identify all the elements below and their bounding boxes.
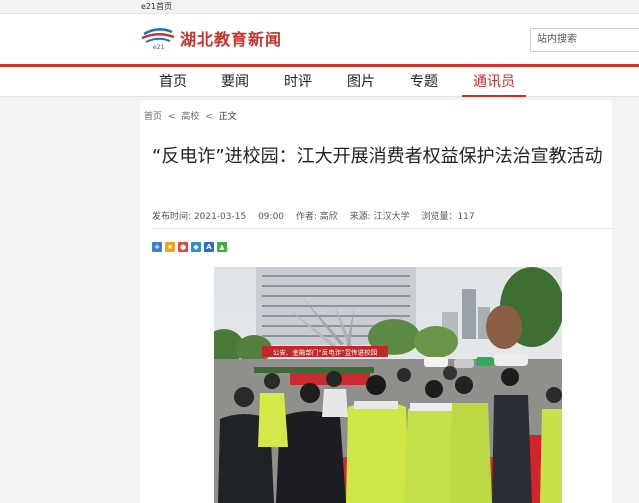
share-weibo-icon[interactable]: ★ — [165, 242, 175, 252]
main-nav: 首页 要闻 时评 图片 专题 通讯员 — [0, 67, 639, 97]
publish-clock: 09:00 — [258, 212, 285, 222]
article-title: “反电诈”进校园：江大开展消费者权益保护法治宣教活动 — [152, 146, 603, 167]
breadcrumb-section[interactable]: 高校 — [181, 112, 199, 122]
site-logo[interactable]: e21 湖北教育新闻 — [140, 26, 283, 51]
svg-text:e21: e21 — [153, 44, 165, 50]
site-header: e21 湖北教育新闻 站内搜索 — [0, 14, 639, 64]
breadcrumb-separator: < — [167, 112, 176, 122]
share-bar: + ★ ● ◆ A ▲ — [152, 242, 230, 252]
share-tencent-icon[interactable]: ● — [178, 242, 188, 252]
breadcrumb: 首页 < 高校 < 正文 — [144, 109, 240, 122]
source: 来源: 江汉大学 — [349, 212, 410, 222]
share-wechat-icon[interactable]: ▲ — [217, 242, 227, 252]
top-bar: e21首页 — [0, 0, 639, 14]
nav-item-correspondent[interactable]: 通讯员 — [462, 67, 526, 97]
breadcrumb-separator: < — [205, 112, 213, 122]
article-photo: 公安、金融部门“反电诈”宣传进校园 — [214, 267, 562, 503]
breadcrumb-home[interactable]: 首页 — [144, 112, 162, 122]
nav-item-topics[interactable]: 专题 — [409, 67, 439, 97]
nav-item-commentary[interactable]: 时评 — [283, 67, 313, 97]
author: 作者: 高欣 — [295, 212, 338, 222]
article-container: 首页 < 高校 < 正文 “反电诈”进校园：江大开展消费者权益保护法治宣教活动 … — [140, 100, 612, 503]
publish-time: 发布时间: 2021-03-15 — [152, 212, 247, 222]
breadcrumb-current: 正文 — [218, 112, 237, 122]
article-meta: 发布时间: 2021-03-15 09:00 作者: 高欣 来源: 江汉大学 浏… — [152, 209, 484, 222]
share-renren-icon[interactable]: ◆ — [191, 242, 201, 252]
e21-home-link[interactable]: e21首页 — [141, 2, 172, 11]
nav-item-news[interactable]: 要闻 — [220, 67, 250, 97]
meta-divider — [152, 228, 612, 229]
share-qzone-icon[interactable]: + — [152, 242, 162, 252]
share-douban-icon[interactable]: A — [204, 242, 214, 252]
nav-item-home[interactable]: 首页 — [158, 67, 188, 97]
site-name: 湖北教育新闻 — [180, 30, 283, 49]
nav-item-pictures[interactable]: 图片 — [346, 67, 376, 97]
e21-logo-icon: e21 — [140, 26, 176, 51]
search-input[interactable]: 站内搜索 — [530, 28, 639, 52]
svg-text:公安、金融部门“反电诈”宣传进校园: 公安、金融部门“反电诈”宣传进校园 — [273, 348, 377, 357]
view-count: 浏览量：117 — [421, 212, 475, 222]
